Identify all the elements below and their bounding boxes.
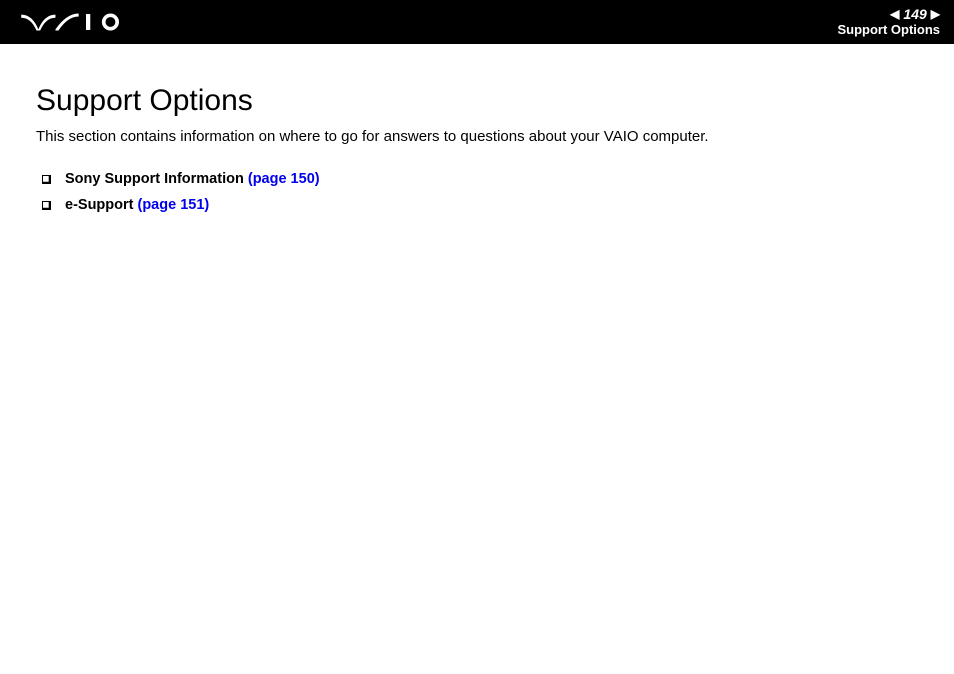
header-bar: ◀ 149 ▶ Support Options xyxy=(0,0,954,44)
toc-item-label: e-Support xyxy=(65,197,133,213)
toc-item-label: Sony Support Information xyxy=(65,171,244,187)
header-section-name: Support Options xyxy=(837,23,940,37)
prev-page-arrow-icon[interactable]: ◀ xyxy=(890,8,899,21)
toc-list: Sony Support Information (page 150) e-Su… xyxy=(36,171,924,213)
page-navigation: ◀ 149 ▶ xyxy=(890,7,940,22)
page-content: Support Options This section contains in… xyxy=(0,44,954,213)
page-number: 149 xyxy=(903,7,926,22)
square-bullet-icon xyxy=(42,201,51,210)
list-item: Sony Support Information (page 150) xyxy=(42,171,924,187)
square-bullet-icon xyxy=(42,175,51,184)
next-page-arrow-icon[interactable]: ▶ xyxy=(931,8,940,21)
toc-page-link[interactable]: (page 151) xyxy=(138,197,210,213)
vaio-logo xyxy=(20,12,130,32)
page-title: Support Options xyxy=(36,84,924,118)
intro-text: This section contains information on whe… xyxy=(36,128,924,145)
list-item: e-Support (page 151) xyxy=(42,197,924,213)
header-right: ◀ 149 ▶ Support Options xyxy=(837,7,940,37)
toc-page-link[interactable]: (page 150) xyxy=(248,171,320,187)
